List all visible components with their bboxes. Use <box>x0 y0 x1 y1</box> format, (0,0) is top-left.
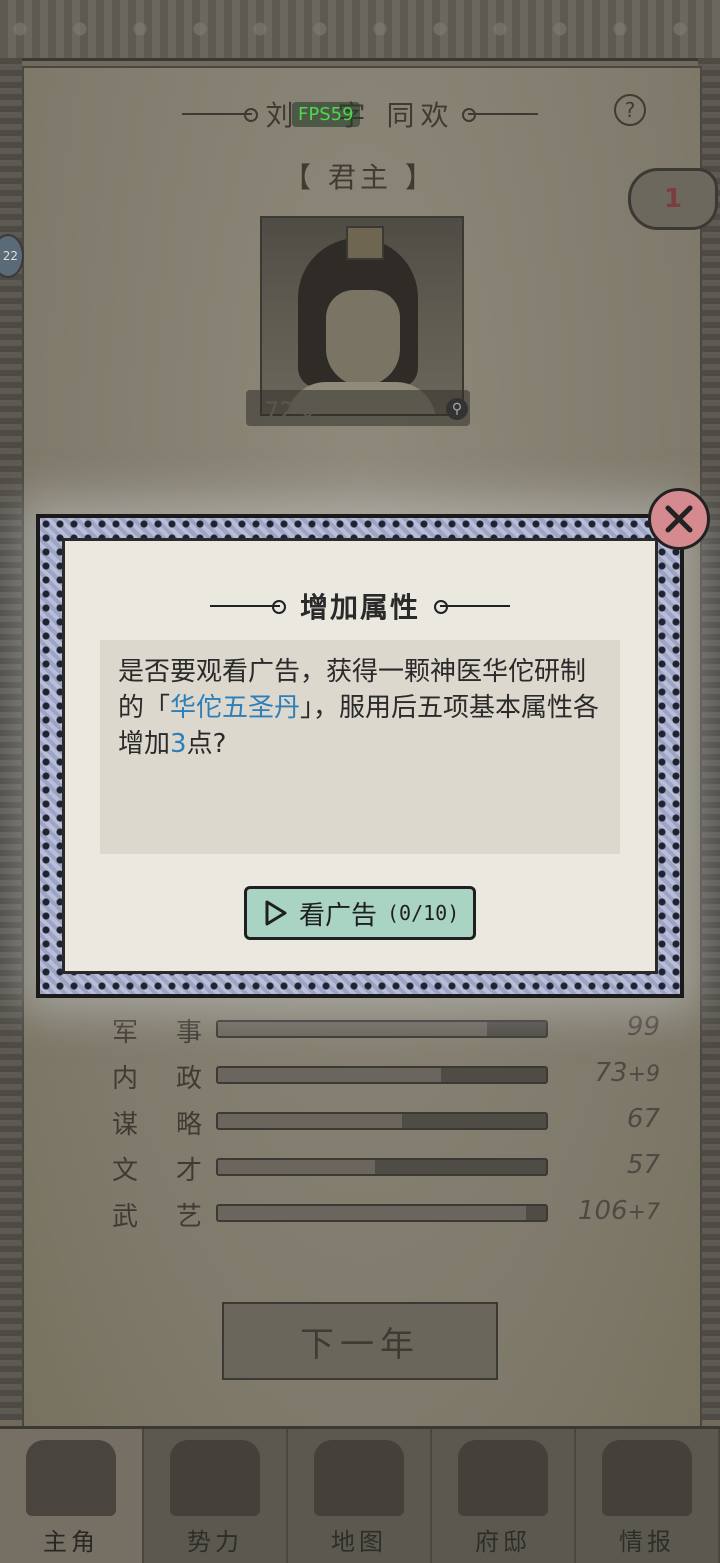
help-icon[interactable]: ? <box>614 94 646 126</box>
nav-label: 地图 <box>331 1528 387 1556</box>
stat-value: 73+9 <box>560 1058 660 1088</box>
flag-icon <box>170 1440 260 1516</box>
stat-bar <box>216 1112 548 1130</box>
bottom-nav: 主角 势力 地图 府邸 情报 <box>0 1426 720 1563</box>
stat-label-b: 艺 <box>175 1202 202 1232</box>
stat-row: 武艺 106+7 <box>0 1196 720 1232</box>
stat-bonus: +9 <box>627 1062 660 1087</box>
stat-bonus: +7 <box>627 1200 660 1225</box>
watch-ad-button[interactable]: 看广告 (0/10) <box>244 886 476 940</box>
stat-value: 57 <box>560 1150 660 1180</box>
pill-name: 华佗五圣丹 <box>170 693 301 723</box>
stat-label: 谋略 <box>112 1104 202 1141</box>
role-title: 【 君主 】 <box>283 161 437 194</box>
stat-label-a: 内 <box>112 1064 139 1094</box>
stat-label-b: 略 <box>175 1110 202 1140</box>
magnify-icon[interactable]: ⚲ <box>446 398 468 420</box>
message-part3: 点? <box>186 729 227 759</box>
modal-title: 增加属性 <box>299 591 420 624</box>
stat-row: 军事 99 <box>0 1012 720 1048</box>
stat-row: 内政 73+9 <box>0 1058 720 1094</box>
character-header: 刘 字 同欢 <box>0 92 720 136</box>
modal-ornament-right <box>434 600 510 614</box>
nav-label: 情报 <box>619 1528 675 1556</box>
stat-number: 99 <box>626 1012 660 1042</box>
stat-value: 99 <box>560 1012 660 1042</box>
stat-number: 67 <box>626 1104 660 1134</box>
stat-label: 军事 <box>112 1012 202 1049</box>
stat-label-a: 文 <box>112 1156 139 1186</box>
stat-label: 内政 <box>112 1058 202 1095</box>
stat-fill <box>218 1160 376 1174</box>
bonus-number: 3 <box>170 729 187 759</box>
stat-fill <box>218 1206 527 1220</box>
modal-header: 增加属性 <box>62 584 658 628</box>
game-screen: 刘 字 同欢 FPS59 ? 【 君主 】 1 22 72岁 ⚲ 军事 99 内政 7… <box>0 0 720 1563</box>
stat-fill <box>218 1068 442 1082</box>
stat-value: 106+7 <box>560 1196 660 1226</box>
stat-number: 57 <box>626 1150 660 1180</box>
scroll-icon <box>602 1440 692 1516</box>
age-label: 72岁 <box>264 396 319 425</box>
watch-ad-count: (0/10) <box>387 901 460 925</box>
stat-bar <box>216 1204 548 1222</box>
stat-row: 文才 57 <box>0 1150 720 1186</box>
close-icon[interactable] <box>648 488 710 550</box>
cloud-badge[interactable]: 1 <box>628 168 718 230</box>
top-decorative-band <box>0 0 720 61</box>
fps-counter: FPS59 <box>292 102 360 127</box>
portrait-face <box>326 290 400 386</box>
watch-ad-label: 看广告 <box>299 900 378 931</box>
stat-label-a: 武 <box>112 1202 139 1232</box>
next-year-button[interactable]: 下一年 <box>222 1302 498 1380</box>
stat-number: 73 <box>594 1058 628 1088</box>
character-portrait[interactable] <box>260 216 464 416</box>
nav-tab-2[interactable]: 地图 <box>288 1429 432 1563</box>
stat-bar <box>216 1020 548 1038</box>
stat-label-a: 谋 <box>112 1110 139 1140</box>
map-icon <box>314 1440 404 1516</box>
ornament-right <box>462 108 539 122</box>
stat-label-a: 军 <box>112 1018 139 1048</box>
stat-fill <box>218 1022 487 1036</box>
stat-label: 武艺 <box>112 1196 202 1233</box>
stat-bar <box>216 1158 548 1176</box>
stat-label-b: 事 <box>175 1018 202 1048</box>
nav-label: 主角 <box>43 1528 99 1556</box>
nav-label: 势力 <box>187 1528 243 1556</box>
mansion-icon <box>458 1440 548 1516</box>
age-strip: 72岁 <box>246 390 470 426</box>
stat-label-b: 才 <box>175 1156 202 1186</box>
portrait-crown <box>346 226 384 260</box>
stat-row: 谋略 67 <box>0 1104 720 1140</box>
stat-bar <box>216 1066 548 1084</box>
modal-ornament-left <box>209 600 286 614</box>
nav-tab-1[interactable]: 势力 <box>144 1429 288 1563</box>
stat-fill <box>218 1114 402 1128</box>
nav-label: 府邸 <box>475 1528 531 1556</box>
ornament-left <box>181 108 258 122</box>
stat-value: 67 <box>560 1104 660 1134</box>
modal-message: 是否要观看广告，获得一颗神医华佗研制的「华佗五圣丹」，服用后五项基本属性各增加3… <box>100 640 620 854</box>
stat-label-b: 政 <box>175 1064 202 1094</box>
nav-tab-0[interactable]: 主角 <box>0 1429 144 1563</box>
stat-label: 文才 <box>112 1150 202 1187</box>
stat-number: 106 <box>577 1196 628 1226</box>
nav-tab-3[interactable]: 府邸 <box>432 1429 576 1563</box>
play-icon <box>263 899 289 927</box>
nav-tab-4[interactable]: 情报 <box>576 1429 720 1563</box>
hero-icon <box>26 1440 116 1516</box>
